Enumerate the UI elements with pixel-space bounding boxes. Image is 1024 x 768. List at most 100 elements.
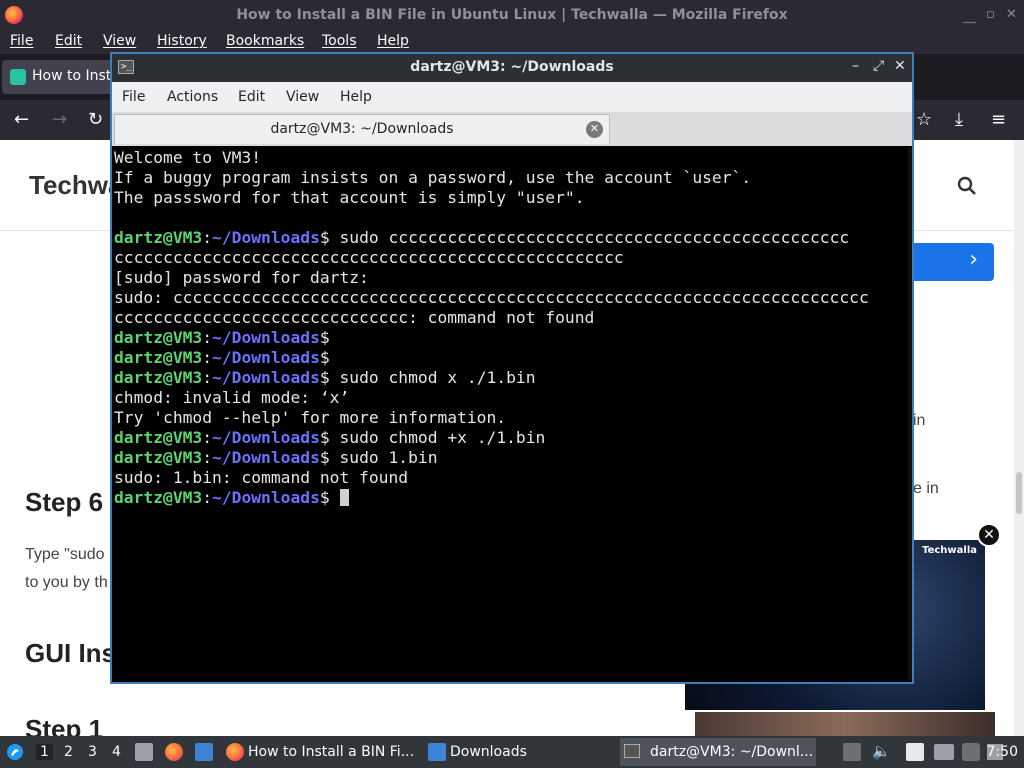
output-text: sudo: 1.bin: command not found: [114, 468, 409, 487]
terminal-titlebar[interactable]: >_ dartz@VM3: ~/Downloads – ⤢ ✕: [112, 54, 912, 82]
terminal-title: dartz@VM3: ~/Downloads: [410, 59, 614, 75]
prompt-path: ~/Downloads: [212, 348, 320, 367]
output-text: Try 'chmod --help' for more information.: [114, 408, 507, 427]
menu-file[interactable]: File: [122, 89, 145, 105]
terminal-window[interactable]: >_ dartz@VM3: ~/Downloads – ⤢ ✕ File Act…: [110, 52, 914, 684]
reload-icon[interactable]: ↻: [88, 109, 103, 130]
page-scrollbar[interactable]: [1014, 140, 1024, 736]
folder-launcher-icon[interactable]: [195, 743, 213, 761]
scrollbar-thumb[interactable]: [1016, 472, 1022, 514]
firefox-launcher-icon[interactable]: [165, 743, 183, 761]
downloads-icon[interactable]: ⤓: [955, 109, 963, 130]
minimize-icon[interactable]: ﹏: [963, 7, 976, 26]
task-label: Downloads: [450, 744, 527, 760]
ad-strip: [695, 712, 995, 736]
display-icon[interactable]: [934, 744, 954, 760]
forward-icon[interactable]: →: [52, 109, 67, 130]
terminal-line: dartz@VM3:~/Downloads$ sudo cccccccccccc…: [114, 228, 908, 248]
prompt-user: dartz@VM3: [114, 428, 203, 447]
prompt-user: dartz@VM3: [114, 368, 203, 387]
firefox-titlebar: How to Install a BIN File in Ubuntu Linu…: [0, 0, 1024, 30]
maximize-icon[interactable]: ▫: [986, 7, 995, 22]
menu-file[interactable]: File: [10, 33, 33, 49]
prompt-symbol: $: [319, 328, 330, 347]
close-tab-icon[interactable]: ✕: [586, 121, 603, 138]
task-downloads[interactable]: Downloads: [426, 738, 616, 766]
menu-edit[interactable]: Edit: [55, 33, 82, 49]
site-favicon-icon: [10, 69, 26, 85]
notes-icon[interactable]: [906, 743, 924, 761]
prompt-separator: :: [202, 348, 213, 367]
app-launcher-icon[interactable]: [6, 743, 24, 761]
firefox-menubar: File Edit View History Bookmarks Tools H…: [0, 30, 1024, 54]
prompt-path: ~/Downloads: [212, 328, 320, 347]
section-heading: GUI Ins: [25, 638, 117, 668]
terminal-line: [sudo] password for dartz:: [114, 268, 908, 288]
terminal-line: Welcome to VM3!: [114, 148, 908, 168]
app-menu-icon[interactable]: ≡: [991, 109, 1006, 130]
terminal-line: Try 'chmod --help' for more information.: [114, 408, 908, 428]
maximize-icon[interactable]: ⤢: [873, 58, 884, 74]
terminal-line: sudo: 1.bin: command not found: [114, 468, 908, 488]
clock[interactable]: 7:50: [987, 744, 1018, 760]
terminal-tab-label: dartz@VM3: ~/Downloads: [270, 121, 454, 137]
text-cursor: [339, 489, 349, 506]
workspace-3[interactable]: 3: [88, 744, 97, 760]
volume-icon[interactable]: 🔈: [872, 742, 891, 760]
menu-help[interactable]: Help: [377, 33, 409, 49]
terminal-scrollbar[interactable]: [908, 148, 912, 680]
firefox-window-title: How to Install a BIN File in Ubuntu Linu…: [236, 7, 788, 23]
back-icon[interactable]: ←: [14, 109, 29, 130]
prompt-symbol: $: [319, 428, 330, 447]
step-text: to you by th: [25, 574, 108, 591]
output-text: cccccccccccccccccccccccccccccc: command …: [114, 308, 595, 327]
terminal-line: cccccccccccccccccccccccccccccc: command …: [114, 308, 908, 328]
video-close-icon[interactable]: ✕: [977, 523, 1001, 547]
menu-tools[interactable]: Tools: [322, 33, 357, 49]
prompt-path: ~/Downloads: [212, 228, 320, 247]
menu-view[interactable]: View: [286, 89, 319, 105]
menu-edit[interactable]: Edit: [238, 89, 265, 105]
bookmark-star-icon[interactable]: ☆: [916, 109, 932, 130]
output-text: cccccccccccccccccccccccccccccccccccccccc…: [114, 248, 624, 267]
folder-icon: [428, 743, 446, 761]
prompt-separator: :: [202, 448, 213, 467]
output-text: The passsword for that account is simply…: [114, 188, 585, 207]
task-firefox[interactable]: How to Install a BIN Fi...: [224, 738, 420, 766]
minimize-icon[interactable]: –: [852, 58, 859, 74]
workspace-2[interactable]: 2: [64, 744, 73, 760]
menu-history[interactable]: History: [157, 33, 207, 49]
terminal-output[interactable]: Welcome to VM3! If a buggy program insist…: [114, 148, 908, 680]
terminal-line: dartz@VM3:~/Downloads$: [114, 488, 908, 508]
clipboard-icon[interactable]: [843, 743, 861, 761]
prompt-separator: :: [202, 488, 213, 507]
menu-help[interactable]: Help: [340, 89, 372, 105]
prompt-path: ~/Downloads: [212, 368, 320, 387]
menu-actions[interactable]: Actions: [167, 89, 218, 105]
next-button[interactable]: ›: [910, 243, 994, 281]
close-icon[interactable]: ✕: [894, 58, 906, 74]
output-text: [sudo] password for dartz:: [114, 268, 369, 287]
file-manager-icon[interactable]: [135, 743, 153, 761]
terminal-menubar: File Actions Edit View Help: [112, 82, 912, 112]
task-terminal[interactable]: dartz@VM3: ~/Downl...: [620, 738, 816, 766]
menu-bookmarks[interactable]: Bookmarks: [226, 33, 304, 49]
site-logo[interactable]: Techwa: [29, 170, 122, 201]
terminal-line: The passsword for that account is simply…: [114, 188, 908, 208]
terminal-line: dartz@VM3:~/Downloads$: [114, 348, 908, 368]
menu-view[interactable]: View: [103, 33, 136, 49]
task-label: dartz@VM3: ~/Downl...: [650, 744, 814, 760]
step-text: Type "sudo: [25, 546, 105, 563]
prompt-separator: :: [202, 428, 213, 447]
video-brand: Techwalla: [922, 545, 977, 556]
updates-icon[interactable]: [962, 743, 980, 761]
close-icon[interactable]: ✕: [1006, 7, 1017, 22]
output-text: If a buggy program insists on a password…: [114, 168, 752, 187]
tab-label: How to Insta: [32, 68, 120, 84]
terminal-tab[interactable]: dartz@VM3: ~/Downloads ✕: [114, 114, 610, 144]
command-text: sudo chmod x ./1.bin: [329, 368, 536, 387]
workspace-4[interactable]: 4: [112, 744, 121, 760]
workspace-1[interactable]: 1: [36, 744, 53, 760]
search-icon[interactable]: [957, 176, 977, 196]
